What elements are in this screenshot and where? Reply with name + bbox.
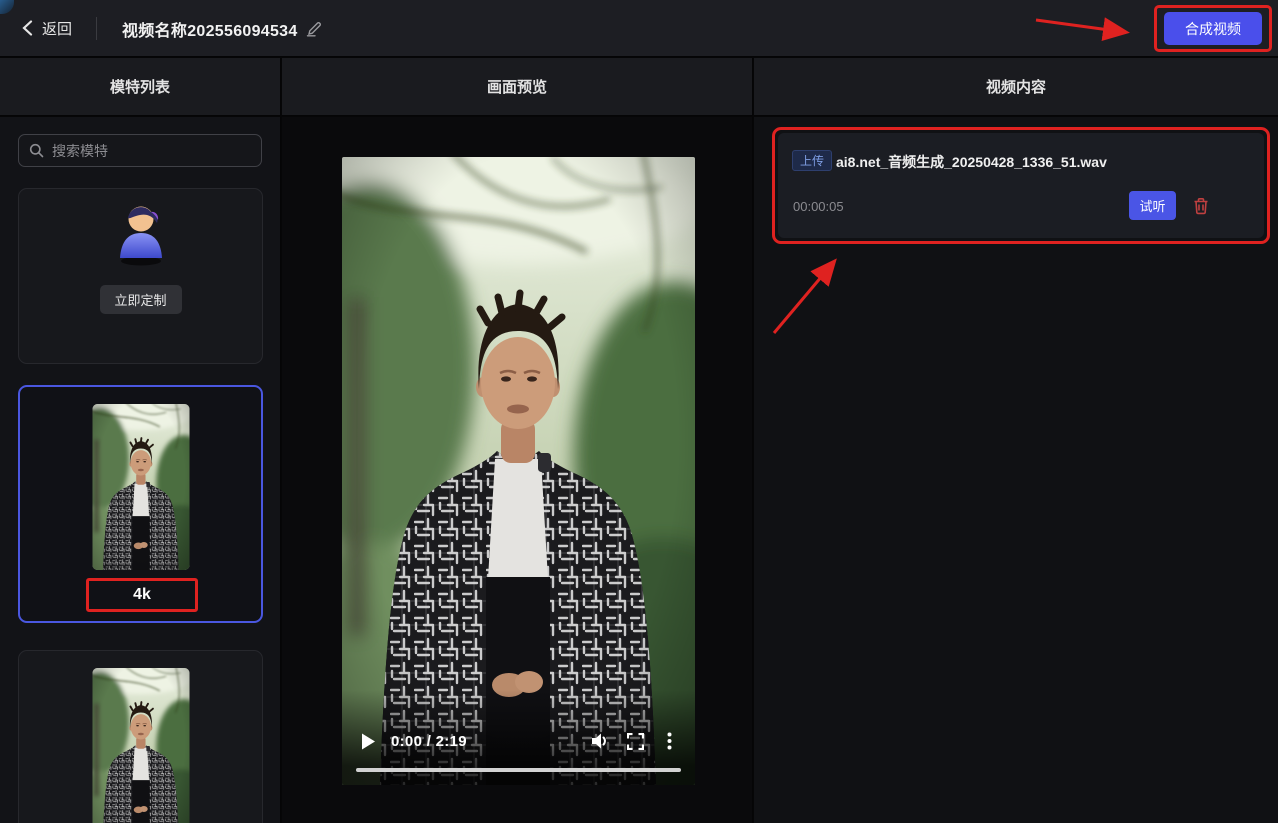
edit-title-icon[interactable] (306, 20, 323, 37)
video-progress-bar[interactable] (356, 768, 681, 772)
annotation-box-audio: 上传 ai8.net_音频生成_20250428_1336_51.wav 00:… (772, 127, 1270, 244)
customize-now-button[interactable]: 立即定制 (100, 285, 182, 314)
upload-badge: 上传 (792, 150, 832, 171)
volume-icon[interactable] (590, 730, 612, 752)
listen-button[interactable]: 试听 (1129, 191, 1176, 220)
app-root: 返回 视频名称202556094534 合成视频 模特列表 画面预览 视频内容 (0, 0, 1278, 823)
preview-panel: 0:00 / 2:19 (282, 117, 753, 823)
audio-filename: ai8.net_音频生成_20250428_1336_51.wav (836, 152, 1107, 172)
more-options-icon[interactable] (658, 730, 680, 752)
content-panel: 上传 ai8.net_音频生成_20250428_1336_51.wav 00:… (754, 117, 1278, 823)
preview-panel-header: 画面预览 (282, 58, 753, 116)
search-input[interactable] (52, 143, 251, 159)
delete-audio-icon[interactable] (1192, 197, 1210, 215)
custom-avatar-icon (105, 197, 177, 269)
model-search-box (18, 134, 262, 167)
models-panel: 立即定制 4k (0, 117, 281, 823)
back-chevron-icon (22, 20, 33, 36)
fullscreen-icon[interactable] (624, 730, 646, 752)
model-thumbnail (92, 668, 189, 823)
synthesize-video-button[interactable]: 合成视频 (1164, 12, 1262, 45)
model-resolution-label: 4k (133, 586, 151, 604)
play-icon[interactable] (357, 730, 379, 752)
video-player[interactable]: 0:00 / 2:19 (342, 157, 695, 785)
video-controls: 0:00 / 2:19 (342, 725, 695, 757)
annotation-box-4k: 4k (86, 578, 198, 612)
time-display: 0:00 / 2:19 (391, 733, 467, 750)
topbar-divider (96, 17, 97, 40)
back-label: 返回 (42, 18, 72, 39)
customize-model-card[interactable]: 立即定制 (18, 188, 263, 364)
search-icon (29, 143, 44, 158)
back-button[interactable]: 返回 (22, 14, 72, 42)
models-panel-header: 模特列表 (0, 58, 281, 116)
audio-duration: 00:00:05 (793, 199, 844, 214)
top-bar: 返回 视频名称202556094534 合成视频 (0, 0, 1278, 57)
page-title: 视频名称202556094534 (122, 17, 298, 41)
audio-item-card: 上传 ai8.net_音频生成_20250428_1336_51.wav 00:… (778, 133, 1264, 238)
annotation-box-synthesize: 合成视频 (1154, 5, 1272, 52)
model-card-2[interactable] (18, 650, 263, 823)
model-thumbnail (92, 404, 189, 570)
column-headers: 模特列表 画面预览 视频内容 (0, 58, 1278, 116)
window-corner-artifact (0, 0, 14, 14)
model-card-selected[interactable]: 4k (18, 385, 263, 623)
content-panel-header: 视频内容 (754, 58, 1278, 116)
